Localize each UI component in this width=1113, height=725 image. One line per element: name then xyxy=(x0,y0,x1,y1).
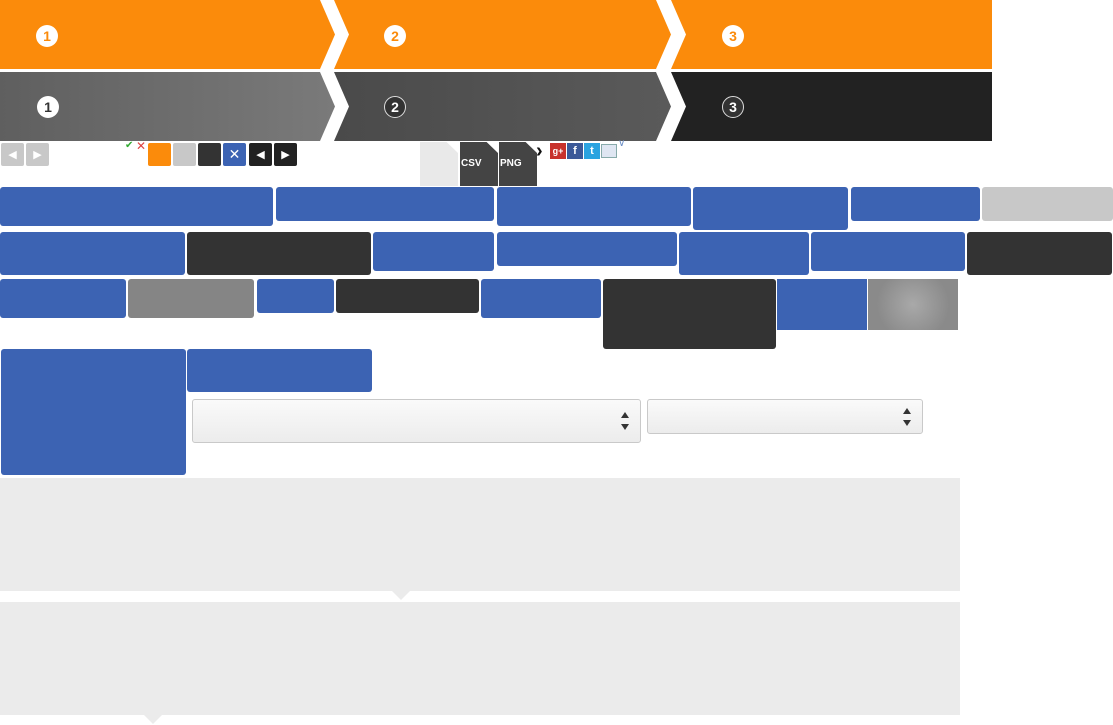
button-dark[interactable] xyxy=(967,232,1112,275)
button-blue[interactable] xyxy=(497,232,677,266)
email-icon[interactable] xyxy=(601,144,617,158)
step-number: 2 xyxy=(384,96,406,118)
button-blue[interactable] xyxy=(481,279,601,318)
select-large[interactable] xyxy=(192,399,641,443)
button-blue[interactable] xyxy=(0,279,126,318)
step-number: 2 xyxy=(384,25,406,47)
chevron-left-icon: ◀ xyxy=(8,149,17,161)
wizard-orange-step-1[interactable]: 1 xyxy=(0,0,335,69)
check-icon: ✔ xyxy=(125,140,134,151)
wizard-orange-step-3[interactable]: 3 xyxy=(671,0,992,69)
button-blue[interactable] xyxy=(679,232,809,275)
button-grey[interactable] xyxy=(128,279,254,318)
button-blue[interactable] xyxy=(257,279,334,313)
content-panel xyxy=(0,478,960,600)
wizard-orange-step-2[interactable]: 2 xyxy=(334,0,671,69)
panel-pointer xyxy=(392,591,410,600)
prev-button[interactable]: ◀ xyxy=(1,143,24,166)
close-button[interactable]: ✕ xyxy=(223,143,246,166)
step-number: 1 xyxy=(37,96,59,118)
facebook-icon[interactable]: f xyxy=(567,143,583,159)
panel-pointer xyxy=(144,715,162,724)
chevron-left-icon: ◀ xyxy=(256,149,265,161)
button-blue[interactable] xyxy=(851,187,980,221)
chevron-right-icon: ▶ xyxy=(33,149,42,161)
png-label: PNG xyxy=(500,158,522,169)
wizard-grey-step-1[interactable]: 1 xyxy=(0,72,335,141)
step-number: 3 xyxy=(722,96,744,118)
swatch-orange[interactable] xyxy=(148,143,171,166)
dark-next-button[interactable]: ▶ xyxy=(274,143,297,166)
chevron-down-icon[interactable]: ∨ xyxy=(618,138,625,149)
step-number: 3 xyxy=(722,25,744,47)
button-blue[interactable] xyxy=(777,279,867,330)
select-small[interactable] xyxy=(647,399,923,434)
twitter-icon[interactable]: t xyxy=(584,143,600,159)
button-blue[interactable] xyxy=(276,187,494,221)
button-blue[interactable] xyxy=(0,232,185,275)
content-panel xyxy=(0,602,960,724)
button-grey-radial[interactable] xyxy=(868,279,958,330)
wizard-grey-step-2[interactable]: 2 xyxy=(334,72,671,141)
button-dark[interactable] xyxy=(187,232,371,275)
dark-prev-button[interactable]: ◀ xyxy=(249,143,272,166)
button-dark[interactable] xyxy=(603,279,776,349)
button-disabled[interactable] xyxy=(982,187,1113,221)
google-plus-icon[interactable]: g+ xyxy=(550,143,566,159)
csv-export-button[interactable]: CSV xyxy=(460,142,498,186)
wizard-grey-step-3[interactable]: 3 xyxy=(671,72,992,141)
select-arrows-icon xyxy=(621,412,630,430)
csv-label: CSV xyxy=(461,158,482,169)
button-blue-large[interactable] xyxy=(1,349,186,475)
button-blue[interactable] xyxy=(497,187,691,226)
button-blue[interactable] xyxy=(373,232,494,271)
step-number: 1 xyxy=(36,25,58,47)
next-button[interactable]: ▶ xyxy=(26,143,49,166)
button-blue[interactable] xyxy=(693,187,848,230)
close-icon: ✕ xyxy=(228,146,241,162)
button-blue[interactable] xyxy=(187,349,372,392)
button-blue[interactable] xyxy=(811,232,965,271)
blank-file-icon xyxy=(420,142,458,186)
cross-icon[interactable]: ✕ xyxy=(136,139,146,153)
chevron-right-icon: ▶ xyxy=(281,149,290,161)
swatch-lightgrey[interactable] xyxy=(173,143,196,166)
button-blue[interactable] xyxy=(0,187,273,226)
button-dark[interactable] xyxy=(336,279,479,313)
chevron-right-icon[interactable]: › xyxy=(536,141,543,161)
swatch-dark[interactable] xyxy=(198,143,221,166)
png-export-button[interactable]: PNG xyxy=(499,142,537,186)
select-arrows-icon xyxy=(903,407,912,426)
